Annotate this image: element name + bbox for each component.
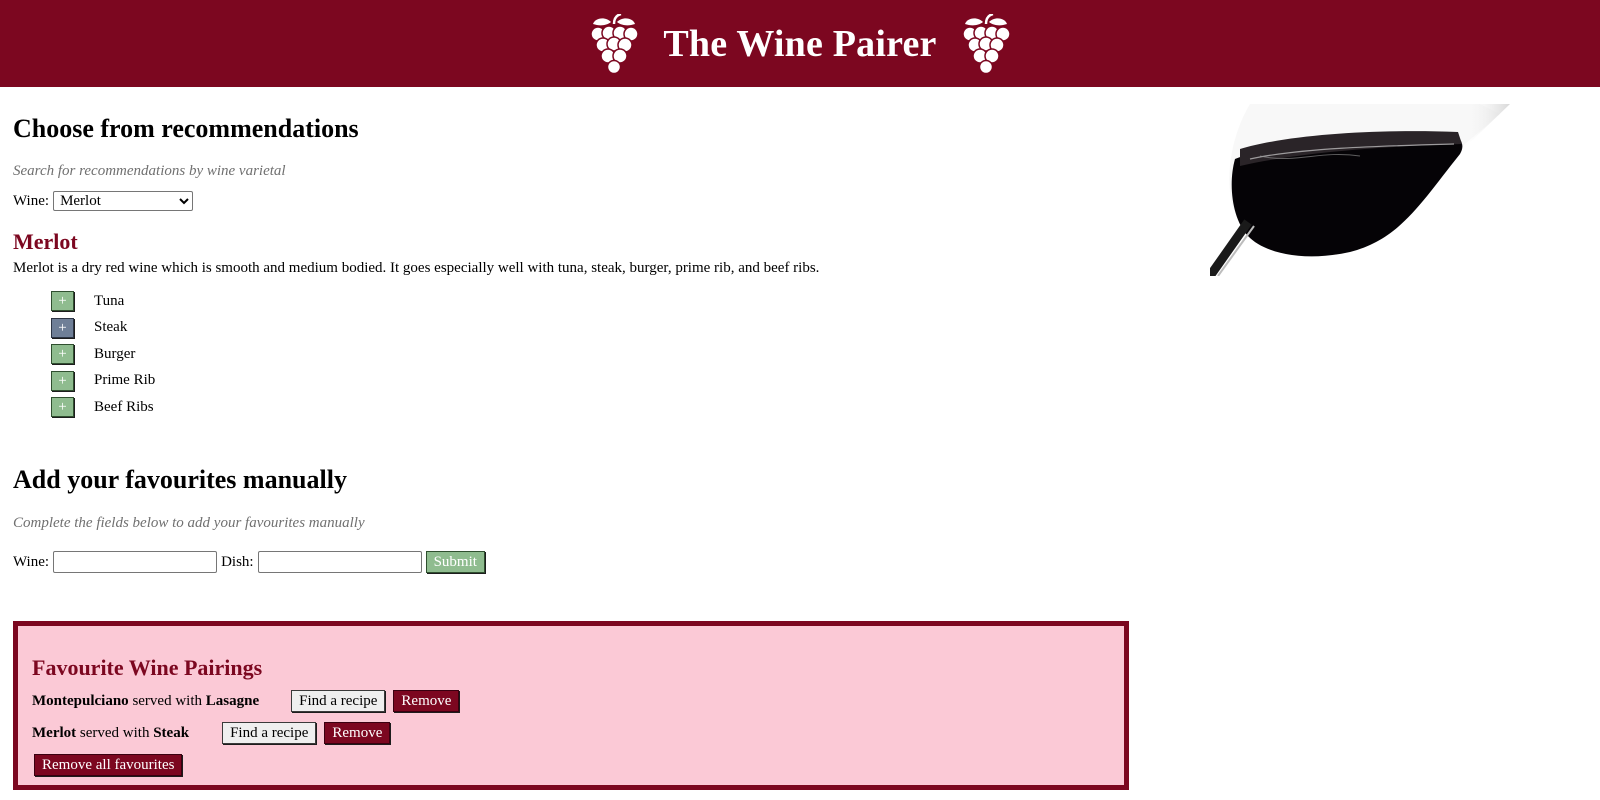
dish-field-label: Dish: [221, 553, 254, 570]
recommendations-hint: Search for recommendations by wine varie… [13, 163, 286, 179]
recommendations-heading: Choose from recommendations [13, 114, 359, 143]
dish-field[interactable] [257, 551, 422, 573]
manual-heading: Add your favourites manually [13, 465, 347, 494]
pairing-label: Tuna [94, 292, 125, 309]
varietal-description: Merlot is a dry red wine which is smooth… [13, 260, 820, 276]
pairing-list: + Tuna + Steak + Burger + Prime Rib + Be… [51, 288, 155, 421]
varietal-title: Merlot [13, 229, 78, 254]
add-pairing-button[interactable]: + [51, 370, 74, 391]
favourite-text: Merlot served with Steak [32, 725, 189, 742]
grapes-icon [590, 13, 640, 74]
remove-all-favourites-button[interactable]: Remove all favourites [34, 754, 183, 776]
wine-glass-image [1210, 104, 1510, 276]
wine-select-label: Wine: [13, 192, 50, 209]
manual-hint: Complete the fields below to add your fa… [13, 515, 365, 531]
wine-select[interactable]: Merlot [53, 191, 194, 211]
add-pairing-button[interactable]: + [51, 344, 74, 365]
favourite-dish: Lasagne [205, 692, 260, 709]
pairing-label: Prime Rib [94, 372, 156, 389]
list-item: + Burger [51, 341, 155, 368]
list-item: + Beef Ribs [51, 394, 155, 421]
favourite-wine: Merlot [32, 724, 77, 741]
grapes-icon [961, 13, 1011, 74]
favourite-dish: Steak [153, 724, 190, 741]
find-recipe-button[interactable]: Find a recipe [291, 690, 386, 712]
favourites-panel: Favourite Wine Pairings Montepulciano se… [13, 621, 1129, 790]
favourite-wine: Montepulciano [32, 692, 129, 709]
list-item: + Prime Rib [51, 368, 155, 395]
pairing-label: Burger [94, 345, 136, 362]
find-recipe-button[interactable]: Find a recipe [222, 722, 317, 744]
favourites-title: Favourite Wine Pairings [32, 655, 263, 680]
add-pairing-button[interactable]: + [51, 397, 74, 418]
favourite-text: Montepulciano served with Lasagne [32, 693, 259, 710]
list-item: + Tuna [51, 288, 155, 315]
wine-field-label: Wine: [13, 553, 50, 570]
submit-button[interactable]: Submit [425, 551, 485, 573]
pairing-label: Beef Ribs [94, 398, 154, 415]
manual-form: Wine: Dish: Submit [13, 551, 485, 573]
remove-button[interactable]: Remove [324, 722, 391, 744]
served-with-text: served with [79, 724, 150, 741]
add-pairing-button[interactable]: + [51, 291, 74, 312]
wine-select-row: Wine: Merlot [13, 191, 194, 211]
remove-button[interactable]: Remove [393, 690, 460, 712]
list-item: + Steak [51, 315, 155, 342]
served-with-text: served with [132, 692, 203, 709]
favourite-row: Merlot served with Steak Find a recipe R… [32, 722, 391, 744]
site-title: The Wine Pairer [663, 22, 937, 65]
add-pairing-button[interactable]: + [51, 317, 74, 338]
wine-field[interactable] [53, 551, 218, 573]
site-header: The Wine Pairer [0, 0, 1600, 87]
pairing-label: Steak [94, 319, 128, 336]
favourite-row: Montepulciano served with Lasagne Find a… [32, 690, 460, 712]
